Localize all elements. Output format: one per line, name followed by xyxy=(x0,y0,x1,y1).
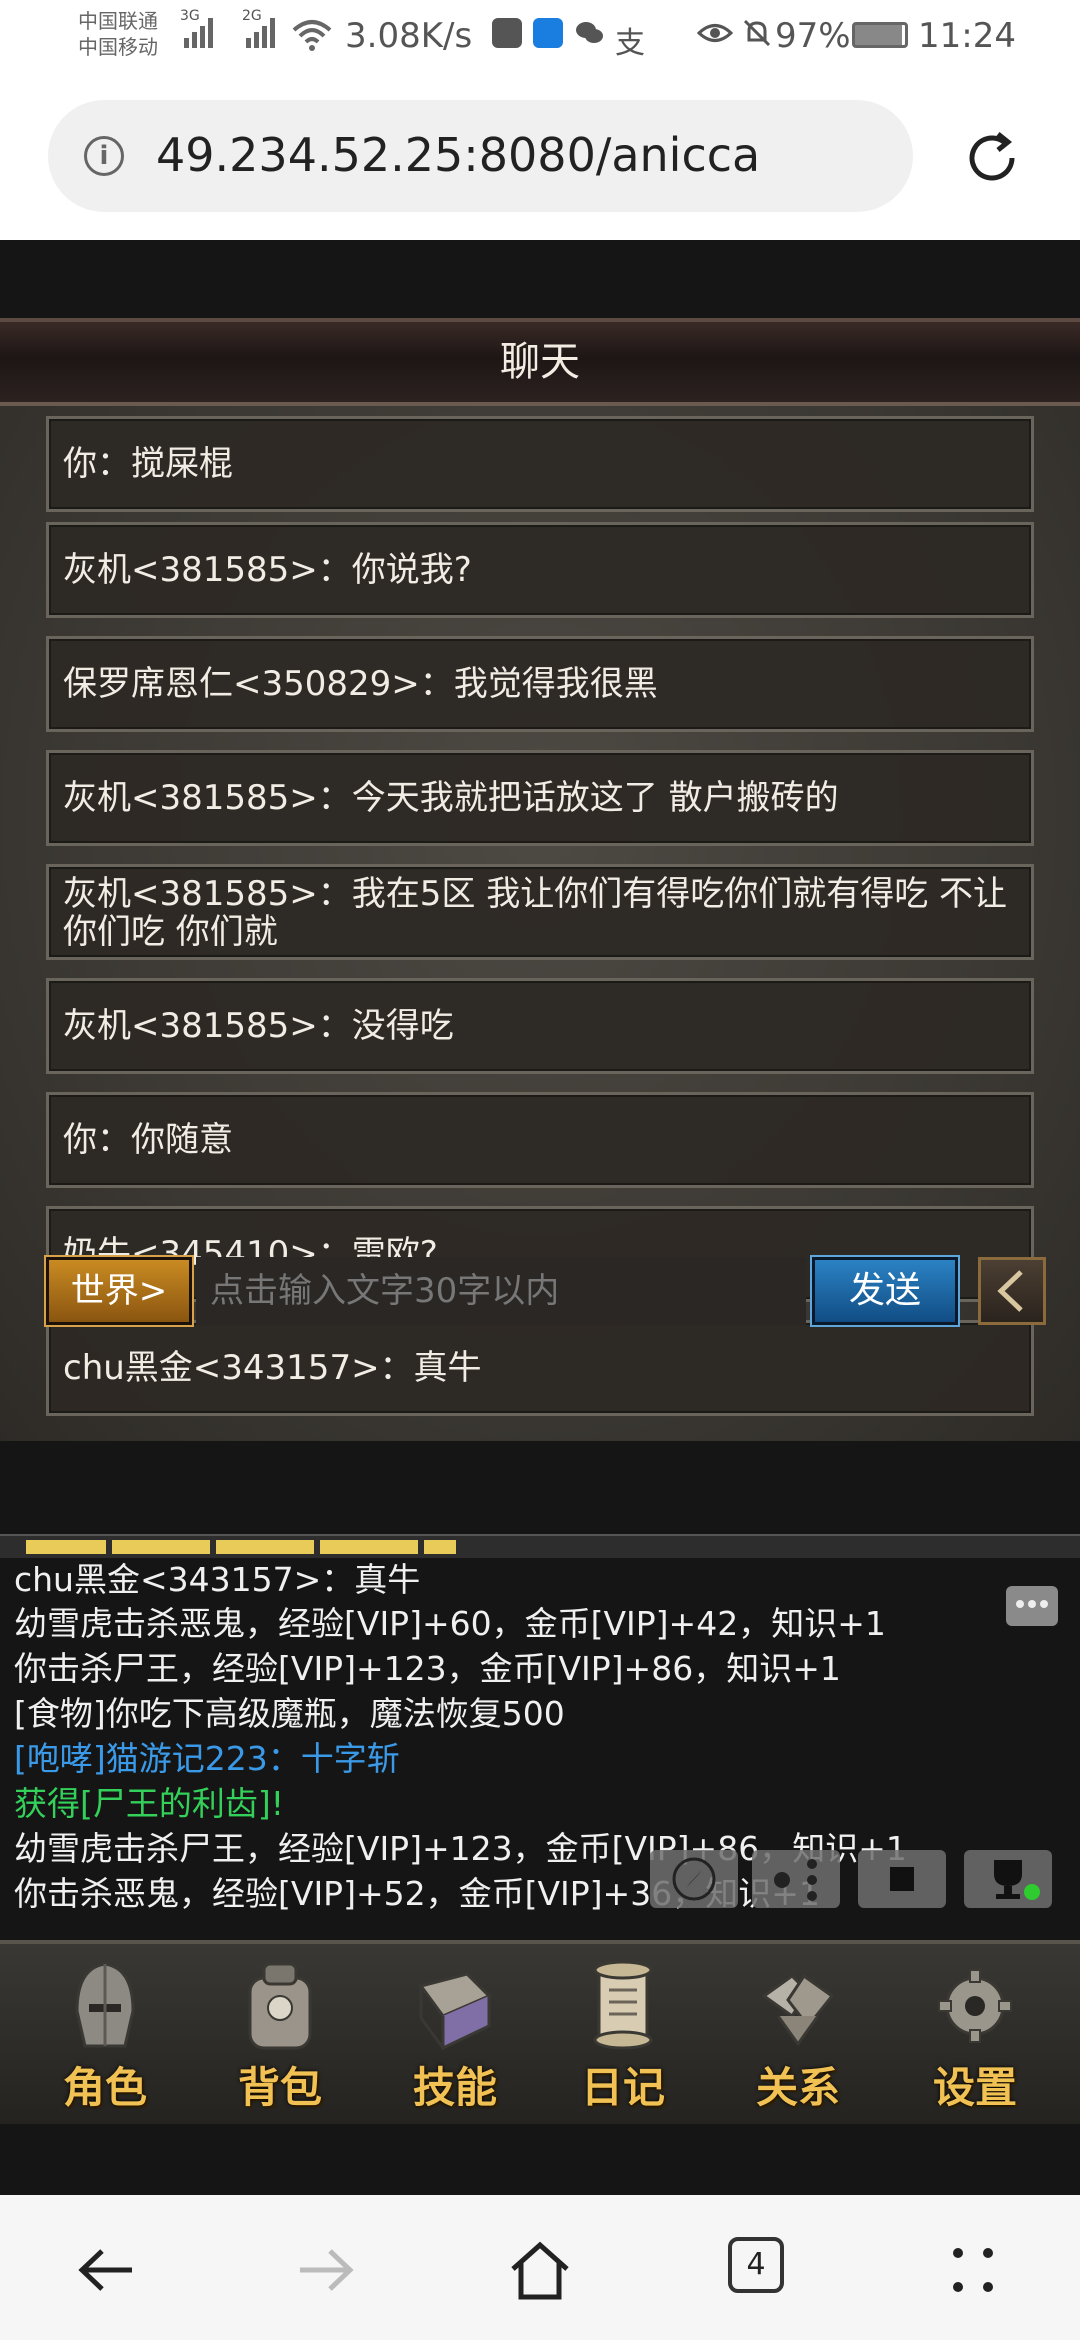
channel-select-button[interactable]: 世界> xyxy=(46,1257,192,1325)
menu-backpack[interactable]: 背包 xyxy=(205,1944,355,2124)
carrier-1: 中国联通 xyxy=(78,9,158,33)
gear-icon xyxy=(938,1969,1012,2043)
carrier-2: 中国移动 xyxy=(78,35,158,59)
browser-toolbar: i 49.234.52.25:8080/anicca xyxy=(0,80,1080,240)
battery-icon xyxy=(852,22,908,48)
chat-message: 你：搅屎棍 xyxy=(46,416,1034,512)
stop-button[interactable] xyxy=(858,1850,946,1908)
log-line-shout: [咆哮]猫游记223：十字斩 xyxy=(14,1739,400,1778)
wechat-icon xyxy=(576,22,603,43)
back-arrow-icon[interactable] xyxy=(72,2235,142,2305)
collapse-chat-button[interactable] xyxy=(978,1257,1046,1325)
chat-bubble-icon[interactable] xyxy=(1006,1586,1058,1626)
menu-character[interactable]: 角色 xyxy=(30,1944,180,2124)
url-text[interactable]: 49.234.52.25:8080/anicca xyxy=(156,128,760,182)
wifi-icon xyxy=(292,20,332,51)
battery-percent: 97% xyxy=(775,16,851,56)
menu-skills[interactable]: 技能 xyxy=(380,1944,530,2124)
game-menu-bar: 角色 背包 技能 日记 关系 设置 xyxy=(0,1940,1080,2124)
alipay-icon: 支 xyxy=(615,26,645,61)
helmet-icon xyxy=(75,1962,135,2048)
status-bar: 中国联通 中国移动 3G 2G 3.08K/s 支 97% 11:24 xyxy=(0,0,1080,80)
stop-icon xyxy=(890,1867,914,1891)
dice-icon xyxy=(774,1859,817,1901)
home-icon[interactable] xyxy=(505,2235,575,2305)
game-screen: 聊天 你：搅屎棍 灰机<381585>：你说我? 保罗席恩仁<350829>：我… xyxy=(0,240,1080,2195)
chat-message: 灰机<381585>：没得吃 xyxy=(46,978,1034,1074)
spellbook-icon xyxy=(418,1972,492,2051)
menu-settings-label: 设置 xyxy=(932,2063,1017,2112)
chat-message: 灰机<381585>：我在5区 我让你们有得吃你们就有得吃 不让你们吃 你们就 xyxy=(46,864,1034,960)
menu-journal[interactable]: 日记 xyxy=(548,1944,698,2124)
chat-message: 你：你随意 xyxy=(46,1092,1034,1188)
hotspot-notification-icon xyxy=(533,18,563,48)
send-button[interactable]: 发送 xyxy=(812,1257,958,1325)
eye-icon xyxy=(697,24,733,42)
menu-backpack-label: 背包 xyxy=(237,2063,322,2112)
menu-skills-label: 技能 xyxy=(412,2063,497,2112)
carrier-labels: 中国联通 中国移动 xyxy=(78,8,158,60)
clock: 11:24 xyxy=(918,16,1016,56)
menu-relations[interactable]: 关系 xyxy=(723,1944,873,2124)
more-menu-icon[interactable] xyxy=(938,2235,1008,2305)
chat-input[interactable]: 点击输入文字30字以内 xyxy=(196,1257,806,1325)
log-line: 幼雪虎击杀恶鬼，经验[VIP]+60，金币[VIP]+42，知识+1 xyxy=(14,1604,886,1643)
trophy-icon xyxy=(994,1860,1040,1900)
chevron-left-icon xyxy=(997,1270,1023,1312)
log-line: [食物]你吃下高级魔瓶，魔法恢复500 xyxy=(14,1694,565,1733)
log-line: 你击杀尸王，经验[VIP]+123，金币[VIP]+86，知识+1 xyxy=(14,1649,841,1688)
menu-character-label: 角色 xyxy=(62,2063,147,2112)
app-notification-icon xyxy=(492,18,522,48)
address-bar[interactable]: i 49.234.52.25:8080/anicca xyxy=(48,100,913,212)
forward-arrow-icon[interactable] xyxy=(290,2235,360,2305)
scroll-icon xyxy=(593,1960,653,2050)
chat-message: 保罗席恩仁<350829>：我觉得我很黑 xyxy=(46,636,1034,732)
site-info-icon[interactable]: i xyxy=(84,136,124,176)
log-line-loot: 获得[尸王的利齿]! xyxy=(14,1784,284,1823)
compass-icon xyxy=(672,1857,716,1901)
chat-message: chu黑金<343157>：真牛 xyxy=(46,1320,1034,1416)
compass-button[interactable] xyxy=(650,1850,738,1908)
log-line: chu黑金<343157>：真牛 xyxy=(14,1560,421,1599)
menu-relations-label: 关系 xyxy=(755,2063,840,2112)
backpack-icon xyxy=(248,1962,312,2050)
experience-bar xyxy=(0,1534,1080,1558)
reload-icon[interactable] xyxy=(960,126,1024,190)
trophy-button[interactable] xyxy=(964,1850,1052,1908)
signal-1-icon: 3G xyxy=(180,8,213,48)
chat-title: 聊天 xyxy=(0,318,1080,406)
browser-bottom-bar: 4 xyxy=(0,2195,1080,2340)
chat-message: 灰机<381585>：你说我? xyxy=(46,522,1034,618)
menu-journal-label: 日记 xyxy=(580,2063,665,2112)
dice-button[interactable] xyxy=(752,1850,840,1908)
menu-settings[interactable]: 设置 xyxy=(900,1944,1050,2124)
handshake-icon xyxy=(761,1973,835,2047)
tabs-button[interactable]: 4 xyxy=(728,2237,784,2293)
mute-bell-icon xyxy=(743,19,771,47)
signal-2-icon: 2G xyxy=(242,8,275,48)
chat-message: 灰机<381585>：今天我就把话放这了 散户搬砖的 xyxy=(46,750,1034,846)
network-speed: 3.08K/s xyxy=(345,16,473,56)
